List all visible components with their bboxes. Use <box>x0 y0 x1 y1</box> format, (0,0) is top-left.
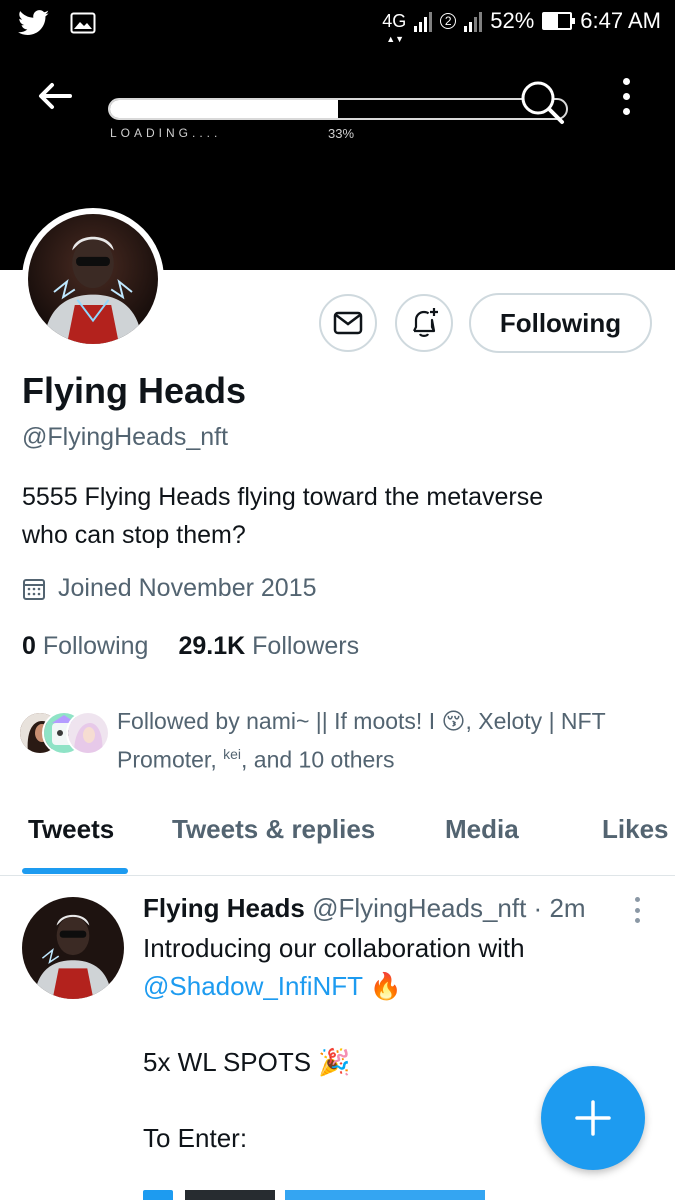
status-bar-left <box>18 10 96 36</box>
bio-line: who can stop them? <box>22 521 246 549</box>
follower-avatars <box>18 711 110 759</box>
calendar-icon <box>23 578 45 600</box>
message-button[interactable] <box>319 294 377 352</box>
twitter-icon <box>18 10 50 35</box>
line-break <box>143 1005 643 1043</box>
sim2-badge: 2 <box>440 13 457 29</box>
loading-progress-fill <box>110 100 338 118</box>
profile-bio: 5555 Flying Heads flying toward the meta… <box>22 478 642 554</box>
fire-emoji: 🔥 <box>369 971 403 1001</box>
follower-avatar <box>66 711 110 755</box>
followed-by-text: Followed by nami~ || If moots! I 😚, Xelo… <box>117 705 657 777</box>
dot <box>622 107 630 115</box>
loading-progress-bar <box>108 98 568 120</box>
arrow-left-icon <box>39 83 72 109</box>
tweet-author-name[interactable]: Flying Heads <box>143 893 305 923</box>
tweet-line-text: 5x WL SPOTS <box>143 1047 312 1077</box>
avatar-illustration <box>28 214 158 344</box>
battery-fill <box>544 14 558 28</box>
tweet-line: Introducing our collaboration with <box>143 933 525 963</box>
tab-tweets[interactable]: Tweets <box>28 814 114 845</box>
network-type: 4G ▲▼ <box>382 11 407 44</box>
tab-tweets-replies[interactable]: Tweets & replies <box>172 814 375 845</box>
profile-avatar[interactable] <box>22 208 164 350</box>
dot <box>634 907 640 913</box>
tab-media[interactable]: Media <box>445 814 519 845</box>
tweet-header: Flying Heads @FlyingHeads_nft · 2m <box>143 893 586 924</box>
followed-by-line: Promoter, kei, and 10 others <box>117 738 657 777</box>
followed-by-part: Promoter, <box>117 746 224 773</box>
following-button[interactable]: Following <box>469 293 652 353</box>
loading-label: LOADING.... <box>110 126 222 140</box>
profile-handle: @FlyingHeads_nft <box>22 423 229 451</box>
joined-date: Joined November 2015 <box>22 574 317 603</box>
dot <box>622 77 630 85</box>
tab-likes[interactable]: Likes <box>602 814 669 845</box>
signal-icon-sim2 <box>464 10 483 32</box>
party-popper-emoji: 🎉 <box>318 1047 351 1077</box>
tweet-author-avatar[interactable] <box>22 897 124 999</box>
battery-icon <box>542 12 576 30</box>
envelope-icon <box>333 311 363 335</box>
dot <box>622 92 630 100</box>
clock: 6:47 AM <box>580 8 661 33</box>
following-stat[interactable]: 0 Following <box>22 632 148 661</box>
cut-off-text <box>185 1190 485 1200</box>
checkbox-emoji-icon <box>143 1190 173 1200</box>
followers-label: Followers <box>252 632 360 660</box>
back-button[interactable] <box>34 76 74 116</box>
status-bar-right: 4G ▲▼ 2 52% 6:47 AM <box>382 8 661 44</box>
more-options-button[interactable] <box>612 76 640 116</box>
joined-text: Joined November 2015 <box>58 574 317 602</box>
bell-plus-icon <box>413 308 438 337</box>
tweet-meta: @FlyingHeads_nft · 2m <box>312 893 586 923</box>
avatar-image <box>28 214 158 344</box>
signal-icon <box>414 10 433 32</box>
following-label: Following <box>42 632 149 660</box>
status-bar: 4G ▲▼ 2 52% 6:47 AM <box>0 0 675 46</box>
followed-by-line: Followed by nami~ || If moots! I 😚, Xelo… <box>117 708 606 734</box>
compose-tweet-button[interactable] <box>541 1066 645 1170</box>
avatar-illustration <box>22 897 124 999</box>
profile-name: Flying Heads <box>22 370 247 411</box>
active-tab-indicator <box>22 868 128 874</box>
followers-stat[interactable]: 29.1K Followers <box>178 632 359 661</box>
loading-percent: 33% <box>328 126 355 141</box>
search-icon <box>521 81 564 124</box>
tweet-next-line-peek <box>143 1190 503 1200</box>
plus-icon <box>575 1100 611 1136</box>
dot <box>634 918 640 923</box>
dot <box>634 897 640 902</box>
tweet-more-button[interactable] <box>630 897 644 923</box>
followers-count: 29.1K <box>178 632 246 660</box>
search-button[interactable] <box>518 78 566 126</box>
follow-stats: 0 Following 29.1K Followers <box>22 632 359 661</box>
bio-line: 5555 Flying Heads flying toward the meta… <box>22 483 544 511</box>
battery-percent: 52% <box>490 8 535 33</box>
followed-by-part: , and 10 others <box>241 746 395 773</box>
tweet-mention-link[interactable]: @Shadow_InfiNFT <box>143 971 363 1001</box>
image-icon <box>70 12 96 34</box>
profile-tabs: Tweets Tweets & replies Media Likes <box>0 800 675 876</box>
network-label: 4G <box>382 11 407 31</box>
tweet-line: @Shadow_InfiNFT 🔥 <box>143 967 643 1005</box>
notifications-button[interactable] <box>395 294 453 352</box>
followed-by-sup: kei <box>223 746 242 762</box>
following-count: 0 <box>22 632 36 660</box>
